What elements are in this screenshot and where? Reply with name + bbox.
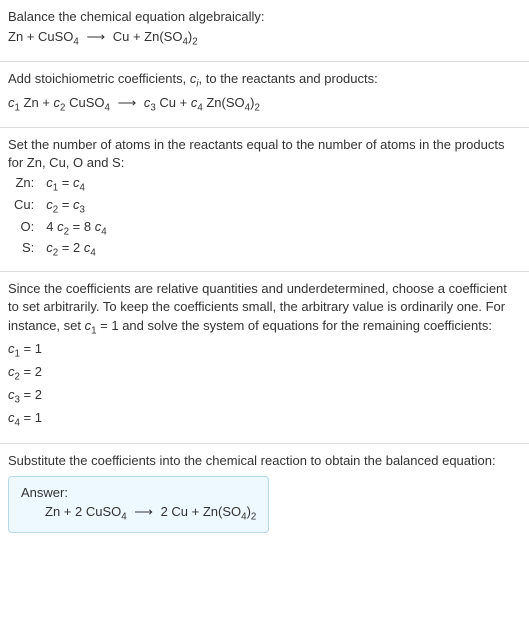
eq-text: Zn + CuSO <box>8 29 73 44</box>
text: Cu + <box>156 95 191 110</box>
coefficient-value: c3 = 2 <box>8 386 521 407</box>
solve-text: Since the coefficients are relative quan… <box>8 280 521 338</box>
add-coeff-title: Add stoichiometric coefficients, ci, to … <box>8 70 521 91</box>
element-equation: c2 = 2 c4 <box>40 239 112 261</box>
element-label: S: <box>8 239 40 261</box>
subscript: 4 <box>73 37 78 48</box>
reaction-arrow: ⟶ <box>114 94 141 112</box>
section-answer: Substitute the coefficients into the che… <box>0 444 529 544</box>
subscript: 2 <box>254 102 259 113</box>
element-equation: c2 = c3 <box>40 196 112 218</box>
section-add-coefficients: Add stoichiometric coefficients, ci, to … <box>0 62 529 127</box>
eq-text: Zn + 2 CuSO <box>45 504 121 519</box>
section-balance-intro: Balance the chemical equation algebraica… <box>0 0 529 62</box>
subscript: 2 <box>192 37 197 48</box>
coefficient-value: c2 = 2 <box>8 363 521 384</box>
atom-balance-title: Set the number of atoms in the reactants… <box>8 136 521 172</box>
text: Zn(SO <box>203 95 245 110</box>
atom-balance-table: Zn:c1 = c4Cu:c2 = c3O:4 c2 = 8 c4S:c2 = … <box>8 174 113 261</box>
subscript: 2 <box>251 511 256 522</box>
unbalanced-equation: Zn + CuSO4 ⟶ Cu + Zn(SO4)2 <box>8 28 521 49</box>
coefficient-value: c4 = 1 <box>8 409 521 430</box>
answer-label: Answer: <box>21 485 256 500</box>
element-label: O: <box>8 218 40 240</box>
table-row: Zn:c1 = c4 <box>8 174 113 196</box>
balanced-equation: Zn + 2 CuSO4 ⟶ 2 Cu + Zn(SO4)2 <box>21 504 256 523</box>
balance-title: Balance the chemical equation algebraica… <box>8 8 521 26</box>
table-row: Cu:c2 = c3 <box>8 196 113 218</box>
substitute-title: Substitute the coefficients into the che… <box>8 452 521 470</box>
element-label: Cu: <box>8 196 40 218</box>
table-row: S:c2 = 2 c4 <box>8 239 113 261</box>
text: , to the reactants and products: <box>199 71 378 86</box>
solve-results: c1 = 1c2 = 2c3 = 2c4 = 1 <box>8 340 521 431</box>
eq-text: 2 Cu + Zn(SO <box>161 504 242 519</box>
section-solve: Since the coefficients are relative quan… <box>0 272 529 444</box>
text: = 1 and solve the system of equations fo… <box>97 318 492 333</box>
reaction-arrow: ⟶ <box>82 28 109 46</box>
element-equation: 4 c2 = 8 c4 <box>40 218 112 240</box>
subscript: 4 <box>105 102 110 113</box>
eq-text: Cu + Zn(SO <box>113 29 183 44</box>
element-equation: c1 = c4 <box>40 174 112 196</box>
element-label: Zn: <box>8 174 40 196</box>
coeff-equation: c1 Zn + c2 CuSO4 ⟶ c3 Cu + c4 Zn(SO4)2 <box>8 94 521 115</box>
text: CuSO <box>65 95 104 110</box>
coefficient-value: c1 = 1 <box>8 340 521 361</box>
text: Add stoichiometric coefficients, <box>8 71 190 86</box>
reaction-arrow: ⟶ <box>130 504 157 520</box>
table-row: O:4 c2 = 8 c4 <box>8 218 113 240</box>
subscript: 4 <box>121 511 126 522</box>
answer-box: Answer: Zn + 2 CuSO4 ⟶ 2 Cu + Zn(SO4)2 <box>8 476 269 534</box>
section-atom-balance: Set the number of atoms in the reactants… <box>0 128 529 272</box>
text: Zn + <box>20 95 54 110</box>
